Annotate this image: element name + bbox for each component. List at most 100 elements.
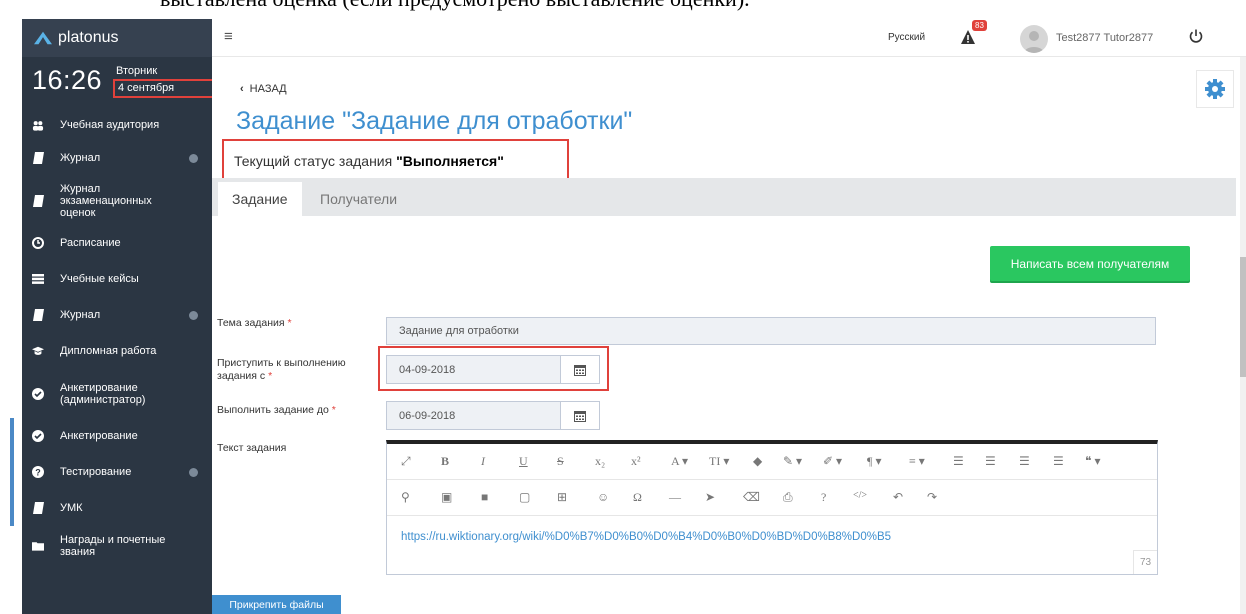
due-calendar-button[interactable]: [560, 401, 600, 430]
write-all-recipients-button[interactable]: Написать всем получателям: [990, 246, 1190, 281]
clock-icon: [32, 237, 44, 249]
undo-button[interactable]: ↶: [893, 490, 903, 505]
tabs-bar: Задание Получатели: [212, 178, 1236, 216]
topic-label-text: Тема задания: [217, 317, 285, 329]
color-button[interactable]: ◆: [753, 454, 762, 469]
task-text-link[interactable]: https://ru.wiktionary.org/wiki/%D0%B7%D0…: [401, 531, 891, 543]
print-button[interactable]: ⎙: [783, 490, 793, 505]
sidebar-item-classroom[interactable]: Учебная аудитория: [22, 110, 212, 140]
start-date-highlight: [378, 346, 609, 391]
avatar[interactable]: [1020, 25, 1048, 53]
fullscreen-button[interactable]: ⤢: [401, 454, 411, 469]
sidebar-item-umk[interactable]: УМК: [10, 490, 212, 526]
graduation-cap-icon: [32, 345, 44, 357]
status-value: "Выполняется": [396, 153, 504, 169]
file-button[interactable]: ▢: [519, 490, 530, 505]
sidebar-item-survey[interactable]: Анкетирование: [10, 418, 212, 454]
select-all-button[interactable]: ➤: [705, 490, 715, 505]
sidebar-item-cases[interactable]: Учебные кейсы: [22, 261, 212, 297]
tab-task[interactable]: Задание: [218, 182, 302, 216]
font-size-button[interactable]: TI ▾: [709, 454, 729, 469]
sidebar-item-label: Учебные кейсы: [60, 273, 139, 285]
settings-button[interactable]: [1196, 70, 1234, 108]
sidebar-item-label: Награды и почетные звания: [60, 534, 166, 558]
sidebar-item-exam-journal[interactable]: Журнал экзаменационных оценок: [22, 176, 212, 225]
sidebar-item-diploma[interactable]: Дипломная работа: [22, 333, 212, 369]
strikethrough-button[interactable]: S: [557, 454, 564, 469]
attach-files-button[interactable]: Прикрепить файлы: [212, 595, 341, 614]
horizontal-line-button[interactable]: —: [669, 490, 681, 505]
chevron-left-icon: ‹: [240, 83, 244, 95]
editor-toolbar-row-2: ⚲ ▣ ■ ▢ ⊞ ☺ Ω — ➤ ⌫ ⎙ ? </> ↶ ↷: [387, 480, 1157, 516]
sidebar: platonus 16:26 Вторник 4 сентября Учебна…: [10, 19, 218, 614]
power-icon[interactable]: [1188, 28, 1204, 44]
tab-recipients[interactable]: Получатели: [306, 182, 411, 216]
sidebar-item-label: Журнал: [60, 152, 101, 164]
special-chars-button[interactable]: Ω: [633, 490, 642, 505]
book-icon: [32, 502, 44, 514]
chevron-right-icon: [189, 467, 198, 477]
clock-time: 16:26: [32, 65, 103, 95]
align-button[interactable]: ≡ ▾: [909, 454, 925, 469]
ordered-list-button[interactable]: ☰: [953, 454, 964, 469]
paragraph-style-button[interactable]: ✐ ▾: [823, 454, 842, 469]
top-bar: ≡ Русский 83 Test2877 Tutor2877: [212, 19, 1246, 57]
due-date-label-text: Выполнить задание до: [217, 404, 329, 416]
user-name[interactable]: Test2877 Tutor2877: [1056, 32, 1153, 44]
help-button[interactable]: ?: [821, 490, 826, 505]
due-date-label: Выполнить задание до *: [217, 404, 372, 417]
back-link[interactable]: ‹ НАЗАД: [240, 83, 287, 95]
underline-button[interactable]: U: [519, 454, 528, 469]
start-date-label: Приступить к выполнению задания с *: [217, 357, 367, 383]
topic-field[interactable]: Задание для отработки: [386, 317, 1156, 345]
superscript-button[interactable]: x²: [631, 454, 641, 469]
sidebar-item-journal-2[interactable]: Журнал: [22, 297, 212, 333]
code-view-button[interactable]: </>: [853, 490, 867, 501]
task-status: Текущий статус задания "Выполняется": [234, 153, 504, 169]
font-family-button[interactable]: A ▾: [671, 454, 688, 469]
book-icon: [32, 152, 44, 164]
folder-icon: [32, 540, 44, 552]
sidebar-item-awards[interactable]: Награды и почетные звания: [22, 526, 212, 566]
group-icon: [32, 119, 44, 131]
hamburger-menu-icon[interactable]: ≡: [224, 28, 233, 45]
platonus-logo-icon: [34, 31, 52, 45]
indent-button[interactable]: ☰: [1053, 454, 1064, 469]
bold-button[interactable]: B: [441, 454, 449, 469]
language-selector[interactable]: Русский: [888, 32, 925, 43]
start-date-label-text: Приступить к выполнению задания с: [217, 357, 346, 382]
video-button[interactable]: ■: [481, 490, 488, 505]
status-highlight: Текущий статус задания "Выполняется": [222, 139, 569, 182]
alert-icon[interactable]: [960, 29, 976, 45]
sidebar-item-schedule[interactable]: Расписание: [22, 225, 212, 261]
table-button[interactable]: ⊞: [557, 490, 567, 505]
required-mark: *: [331, 404, 336, 416]
inline-style-button[interactable]: ✎ ▾: [783, 454, 802, 469]
topic-label: Тема задания *: [217, 317, 372, 330]
image-button[interactable]: ▣: [441, 490, 452, 505]
chevron-right-icon: [189, 310, 198, 320]
clock-widget: 16:26 Вторник 4 сентября: [22, 63, 218, 107]
document-caption: выставлена оценка (если предусмотрено вы…: [160, 0, 750, 12]
emoticon-button[interactable]: ☺: [597, 490, 609, 505]
char-counter: 73: [1133, 550, 1157, 574]
sidebar-menu: Учебная аудитория Журнал Журнал экзамена…: [10, 110, 212, 566]
italic-button[interactable]: I: [481, 454, 485, 469]
logo[interactable]: platonus: [22, 19, 212, 57]
unordered-list-button[interactable]: ☰: [985, 454, 996, 469]
due-date-field[interactable]: 06-09-2018: [386, 401, 561, 430]
subscript-button[interactable]: x₂: [595, 454, 605, 469]
status-prefix: Текущий статус задания: [234, 153, 397, 169]
clear-format-button[interactable]: ⌫: [743, 490, 760, 505]
outdent-button[interactable]: ☰: [1019, 454, 1030, 469]
paragraph-format-button[interactable]: ¶ ▾: [867, 454, 881, 469]
sidebar-item-survey-admin[interactable]: Анкетирование (администратор): [22, 369, 212, 418]
task-text-label: Текст задания: [217, 442, 287, 454]
gear-icon: [1205, 79, 1225, 99]
redo-button[interactable]: ↷: [927, 490, 937, 505]
link-button[interactable]: ⚲: [401, 490, 410, 505]
sidebar-item-journal[interactable]: Журнал: [22, 140, 212, 176]
quote-button[interactable]: ❝ ▾: [1085, 454, 1100, 469]
page-scrollbar-thumb[interactable]: [1240, 257, 1246, 377]
sidebar-item-testing[interactable]: ? Тестирование: [10, 454, 212, 490]
